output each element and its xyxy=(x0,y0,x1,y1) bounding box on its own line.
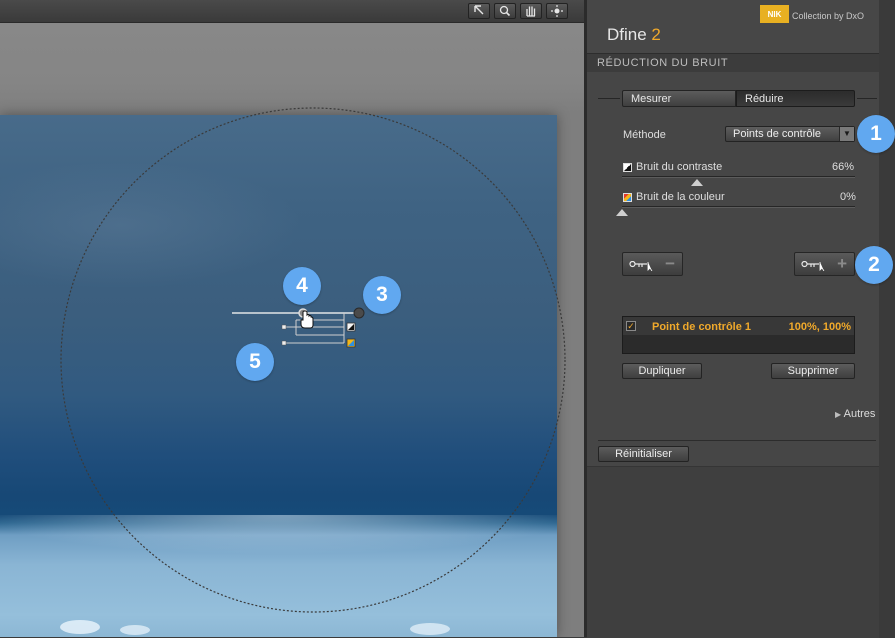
preview-tool-button[interactable] xyxy=(546,3,568,19)
section-title: RÉDUCTION DU BRUIT xyxy=(597,57,729,69)
adjustment-panel: NIK Collection by DxO Dfine 2 RÉDUCTION … xyxy=(584,0,879,638)
color-noise-slider[interactable] xyxy=(622,206,855,208)
brand-text: Collection by DxO xyxy=(792,11,865,21)
panel-header: NIK Collection by DxO Dfine 2 xyxy=(587,0,879,53)
cloud-puff xyxy=(120,625,150,635)
key-minus-icon xyxy=(629,261,653,271)
product-name: Dfine xyxy=(607,25,647,44)
color-noise-value: 0% xyxy=(840,191,856,203)
triangle-right-icon: ▶ xyxy=(835,410,842,419)
key-plus-icon xyxy=(801,261,825,271)
photo-preview[interactable] xyxy=(0,115,557,637)
contrast-noise-label: Bruit du contraste xyxy=(636,161,723,173)
color-noise-slider-thumb[interactable] xyxy=(616,209,628,216)
color-noise-label: Bruit de la couleur xyxy=(636,191,725,203)
select-arrow-icon xyxy=(474,5,484,15)
image-canvas-area[interactable]: 4 3 5 xyxy=(0,0,584,637)
cloud-puff xyxy=(60,620,100,634)
select-tool-button[interactable] xyxy=(468,3,490,19)
divider xyxy=(598,98,620,99)
view-toolbar xyxy=(0,0,584,23)
remove-control-point-button[interactable]: − xyxy=(622,252,683,276)
callout-4: 4 xyxy=(283,267,321,305)
callout-3: 3 xyxy=(363,276,401,314)
control-point-values: 100%, 100% xyxy=(788,321,851,333)
reset-button[interactable]: Réinitialiser xyxy=(598,446,689,462)
control-point-name: Point de contrôle 1 xyxy=(652,321,752,333)
panel-empty-area xyxy=(587,466,879,638)
plus-icon: + xyxy=(837,254,847,273)
method-value: Points de contrôle xyxy=(733,128,822,140)
section-header: RÉDUCTION DU BRUIT xyxy=(587,53,879,73)
duplicate-button[interactable]: Dupliquer xyxy=(622,363,702,379)
cloud-band xyxy=(0,515,557,555)
divider xyxy=(598,440,876,441)
color-noise-icon xyxy=(623,193,632,202)
callout-5: 5 xyxy=(236,343,274,381)
delete-button[interactable]: Supprimer xyxy=(771,363,855,379)
minus-icon: − xyxy=(665,254,675,273)
zoom-tool-button[interactable] xyxy=(494,3,516,19)
method-dropdown[interactable]: Points de contrôle ▼ xyxy=(725,126,855,142)
more-toggle[interactable]: ▶ Autres xyxy=(835,408,875,420)
chevron-down-icon: ▼ xyxy=(839,127,854,141)
add-control-point-button[interactable]: + xyxy=(794,252,855,276)
cloud-puff xyxy=(410,623,450,635)
nik-logo: NIK xyxy=(760,5,789,23)
control-point-checkbox[interactable]: ✓ xyxy=(626,321,636,331)
tab-measure[interactable]: Mesurer xyxy=(622,90,736,107)
contrast-noise-icon xyxy=(623,163,632,172)
control-point-list: ✓ Point de contrôle 1 100%, 100% xyxy=(622,316,855,354)
product-version: 2 xyxy=(651,25,661,44)
more-label: Autres xyxy=(843,408,876,420)
hand-tool-button[interactable] xyxy=(520,3,542,19)
hand-icon xyxy=(526,6,536,17)
contrast-noise-value: 66% xyxy=(832,161,855,173)
contrast-noise-slider-thumb[interactable] xyxy=(691,179,703,186)
product-title: Dfine 2 xyxy=(607,25,661,45)
method-label: Méthode xyxy=(623,129,666,141)
divider xyxy=(857,98,877,99)
callout-2: 2 xyxy=(855,246,893,284)
preview-icon xyxy=(551,5,563,17)
list-item[interactable]: ✓ Point de contrôle 1 100%, 100% xyxy=(623,317,854,335)
zoom-icon xyxy=(499,5,511,17)
callout-1: 1 xyxy=(857,115,895,153)
contrast-noise-slider[interactable] xyxy=(622,176,855,178)
tab-reduce[interactable]: Réduire xyxy=(736,90,855,107)
